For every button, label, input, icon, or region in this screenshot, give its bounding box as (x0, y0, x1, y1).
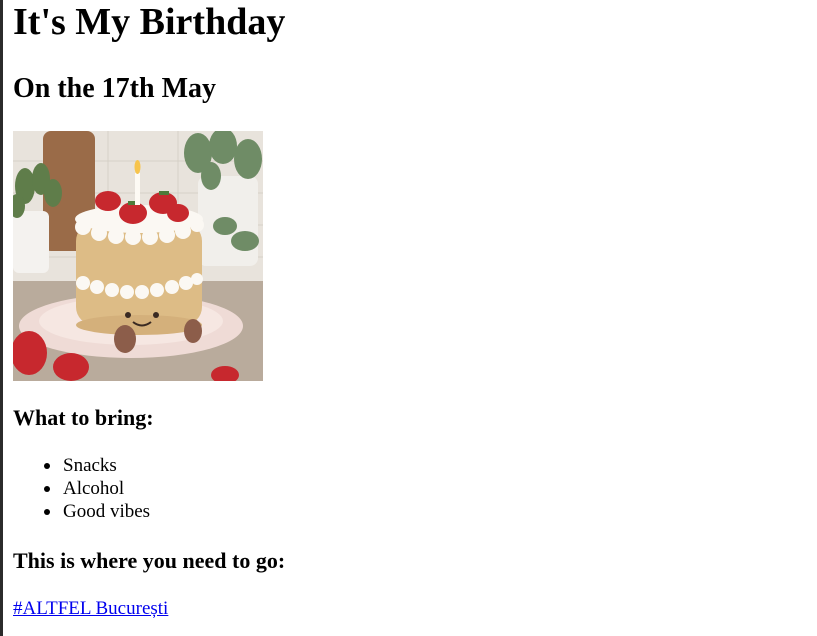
birthday-cake-image (13, 131, 263, 381)
where-to-go-heading: This is where you need to go: (13, 548, 286, 573)
list-item: Snacks (13, 454, 150, 477)
list-item: Alcohol (13, 477, 150, 500)
window-left-border (0, 0, 3, 636)
list-item: Good vibes (13, 500, 150, 523)
date-heading: On the 17th May (13, 73, 216, 104)
venue-link[interactable]: #ALTFEL București (13, 597, 168, 620)
page-title: It's My Birthday (13, 1, 286, 43)
what-to-bring-heading: What to bring: (13, 405, 154, 430)
bring-list: Snacks Alcohol Good vibes (13, 454, 150, 523)
